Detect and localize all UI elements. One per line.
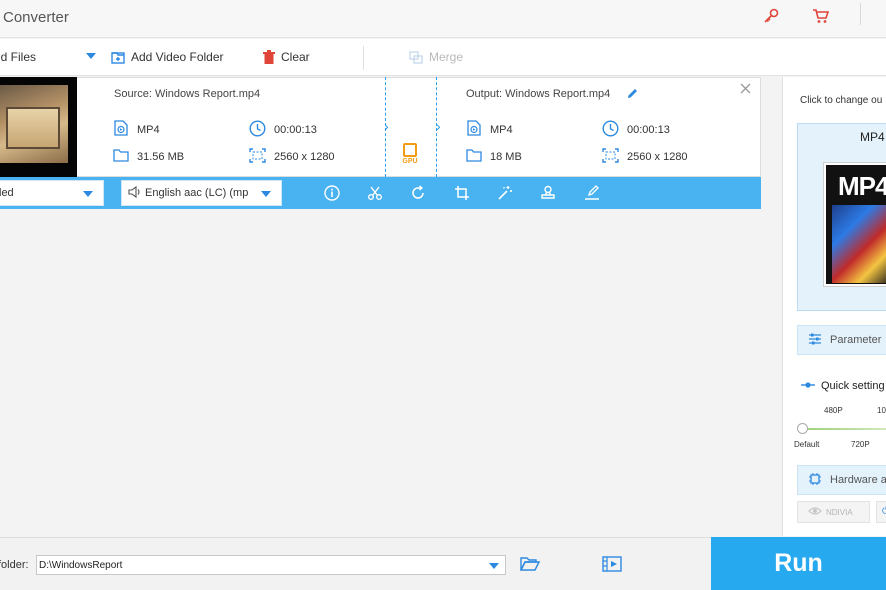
hardware-acceleration-button[interactable]: Hardware a [797, 465, 886, 495]
source-size-value: 31.56 MB [137, 150, 185, 163]
speaker-icon [128, 185, 142, 201]
chevron-down-icon[interactable] [489, 563, 499, 569]
add-video-folder-button[interactable]: Add Video Folder [111, 50, 224, 64]
subtitle-edit-icon[interactable] [584, 185, 600, 205]
subtitle-select[interactable]: led [0, 180, 104, 206]
power-icon: ⏻ [882, 506, 886, 517]
audio-track-value: English aac (LC) (mp [145, 187, 249, 199]
folder-add-icon [111, 51, 125, 64]
output-duration-value: 00:00:13 [627, 124, 670, 136]
output-format: MP4 [466, 120, 513, 139]
titlebar-divider [860, 3, 861, 25]
source-duration: 00:00:13 [249, 120, 317, 140]
quality-slider-handle[interactable] [797, 423, 808, 434]
source-title: Source: Windows Report.mp4 [114, 88, 261, 100]
merge-label: Merge [429, 50, 464, 64]
subtitle-select-value: led [0, 187, 14, 199]
slider-label-1080p: 10 [877, 406, 886, 415]
chevron-down-icon [83, 191, 93, 197]
folder-icon [113, 148, 129, 165]
output-format-label: MP4 [860, 130, 885, 144]
open-output-icon[interactable] [602, 556, 622, 577]
source-format: MP4 [113, 120, 160, 139]
output-folder-label: folder: [0, 559, 29, 571]
quick-setting-label: Quick setting [801, 380, 885, 392]
sliders-icon [808, 333, 822, 348]
chip-icon [808, 472, 822, 489]
clear-label: Clear [281, 50, 310, 64]
clear-button[interactable]: Clear [263, 50, 310, 64]
trash-icon [263, 50, 275, 64]
cart-icon[interactable] [812, 8, 830, 29]
close-icon[interactable] [740, 81, 751, 97]
title-bar [0, 0, 886, 38]
video-thumbnail[interactable] [0, 77, 77, 177]
add-files-button[interactable]: dd Files [0, 50, 36, 64]
format-preview-image[interactable]: MP4 [824, 163, 886, 286]
audio-track-select[interactable]: English aac (LC) (mp [121, 180, 282, 206]
output-folder-input[interactable] [36, 555, 506, 575]
add-files-label: dd Files [0, 50, 37, 64]
merge-button[interactable]: Merge [409, 50, 463, 64]
pencil-icon[interactable] [626, 87, 639, 103]
parameter-settings-button[interactable]: Parameter [797, 325, 886, 355]
app-title: Converter [3, 9, 69, 26]
clock-icon [602, 120, 619, 140]
source-resolution: 2560 x 1280 [249, 148, 335, 166]
watermark-icon[interactable] [540, 185, 556, 205]
open-folder-icon[interactable] [519, 556, 541, 577]
source-duration-value: 00:00:13 [274, 124, 317, 136]
gpu-label: GPU [402, 158, 418, 165]
video-file-icon [113, 120, 129, 139]
nvidia-icon [808, 506, 822, 518]
merge-icon [409, 50, 423, 64]
crop-icon[interactable] [454, 185, 470, 205]
effect-icon[interactable] [497, 185, 513, 205]
toolbar: dd Files Add Video Folder Clear Merge [0, 39, 886, 76]
video-file-icon [466, 120, 482, 139]
clock-icon [249, 120, 266, 140]
cut-icon[interactable] [367, 185, 383, 205]
chevron-down-icon [261, 191, 271, 197]
nvidia-label: NDIVIA [826, 507, 853, 517]
quality-slider-track[interactable] [802, 428, 886, 430]
slider-label-720p: 720P [851, 440, 870, 449]
output-size-value: 18 MB [490, 150, 522, 163]
slider-label-480p: 480P [824, 406, 843, 415]
info-icon[interactable] [324, 185, 340, 205]
add-video-folder-label: Add Video Folder [131, 50, 224, 64]
source-resolution-value: 2560 x 1280 [274, 151, 335, 163]
source-size: 31.56 MB [113, 148, 184, 165]
chevron-right-icon: › [384, 118, 389, 134]
source-format-value: MP4 [137, 123, 160, 136]
key-icon[interactable] [763, 8, 779, 29]
folder-icon [466, 148, 482, 165]
output-size: 18 MB [466, 148, 522, 165]
slider-icon [801, 380, 815, 392]
hardware-label: Hardware a [830, 474, 886, 486]
resolution-icon [602, 148, 619, 166]
toolbar-divider [363, 46, 364, 70]
gpu-acceleration-icon: GPU [399, 143, 421, 171]
format-art-text: MP4 [838, 171, 886, 201]
add-files-dropdown-icon[interactable] [86, 53, 96, 59]
output-resolution: 2560 x 1280 [602, 148, 688, 166]
nvidia-toggle[interactable]: NDIVIA [797, 501, 870, 523]
slider-label-default: Default [794, 440, 820, 449]
rotate-icon[interactable] [410, 185, 426, 205]
output-resolution-value: 2560 x 1280 [627, 151, 688, 163]
output-duration: 00:00:13 [602, 120, 670, 140]
output-title: Output: Windows Report.mp4 [466, 88, 611, 100]
chevron-right-icon: › [436, 118, 441, 134]
resolution-icon [249, 148, 266, 166]
quick-setting-text: Quick setting [821, 380, 885, 392]
run-button[interactable]: Run [711, 537, 886, 590]
parameter-label: Parameter [830, 334, 882, 346]
intel-toggle[interactable]: ⏻ [876, 501, 886, 523]
change-format-hint: Click to change ou [800, 95, 883, 106]
output-format-value: MP4 [490, 123, 513, 136]
